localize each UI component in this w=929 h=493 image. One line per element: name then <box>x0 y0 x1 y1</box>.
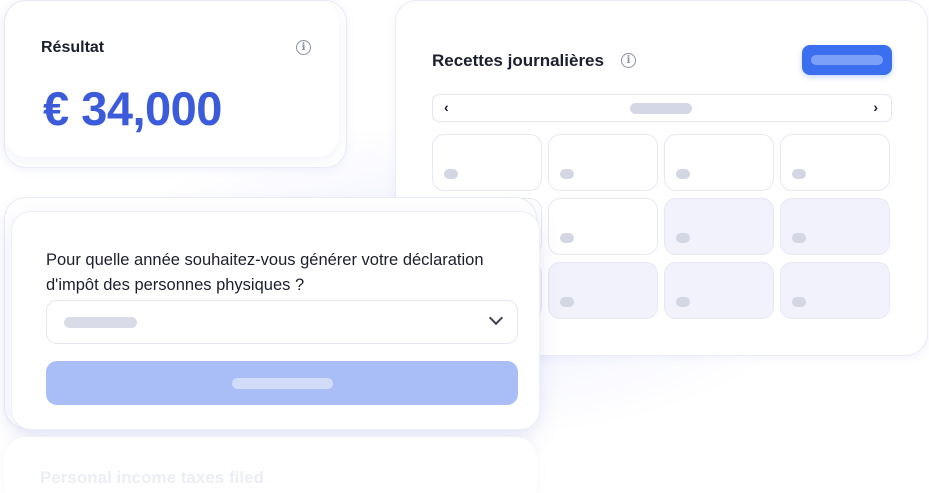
result-card-inner: Résultat i € 34,000 <box>5 1 339 157</box>
filed-taxes-label: Personal income taxes filed <box>40 468 264 487</box>
year-select[interactable] <box>46 300 518 344</box>
daily-revenue-title: Recettes journalières <box>432 51 604 70</box>
day-cell[interactable] <box>548 134 658 191</box>
button-label-placeholder <box>811 55 883 65</box>
day-cell[interactable] <box>664 262 774 319</box>
result-value: € 34,000 <box>43 82 222 135</box>
tax-year-card-inner: Pour quelle année souhaitez-vous générer… <box>11 211 540 430</box>
day-cell[interactable] <box>664 134 774 191</box>
day-cell[interactable] <box>548 198 658 255</box>
result-card: Résultat i € 34,000 <box>4 0 347 168</box>
info-icon[interactable]: i <box>296 40 311 55</box>
chevron-down-icon <box>488 310 504 326</box>
date-label-placeholder <box>630 103 692 114</box>
day-cell[interactable] <box>548 262 658 319</box>
button-label-placeholder <box>232 378 333 389</box>
filed-taxes-card: Personal income taxes filed <box>4 437 537 493</box>
day-cell[interactable] <box>780 198 890 255</box>
chevron-right-icon[interactable]: › <box>873 99 878 115</box>
select-placeholder <box>64 317 137 328</box>
result-title: Résultat <box>41 39 105 56</box>
chevron-left-icon[interactable]: ‹ <box>444 99 449 115</box>
day-cell[interactable] <box>664 198 774 255</box>
day-cell[interactable] <box>780 262 890 319</box>
tax-year-card: Pour quelle année souhaitez-vous générer… <box>4 197 540 430</box>
generate-button[interactable] <box>46 361 518 405</box>
question-text: Pour quelle année souhaitez-vous générer… <box>46 251 484 294</box>
info-icon[interactable]: i <box>621 53 636 68</box>
day-cell[interactable] <box>432 134 542 191</box>
daily-action-button[interactable] <box>802 45 892 75</box>
date-navigator: ‹ › <box>432 94 892 122</box>
day-cell[interactable] <box>780 134 890 191</box>
